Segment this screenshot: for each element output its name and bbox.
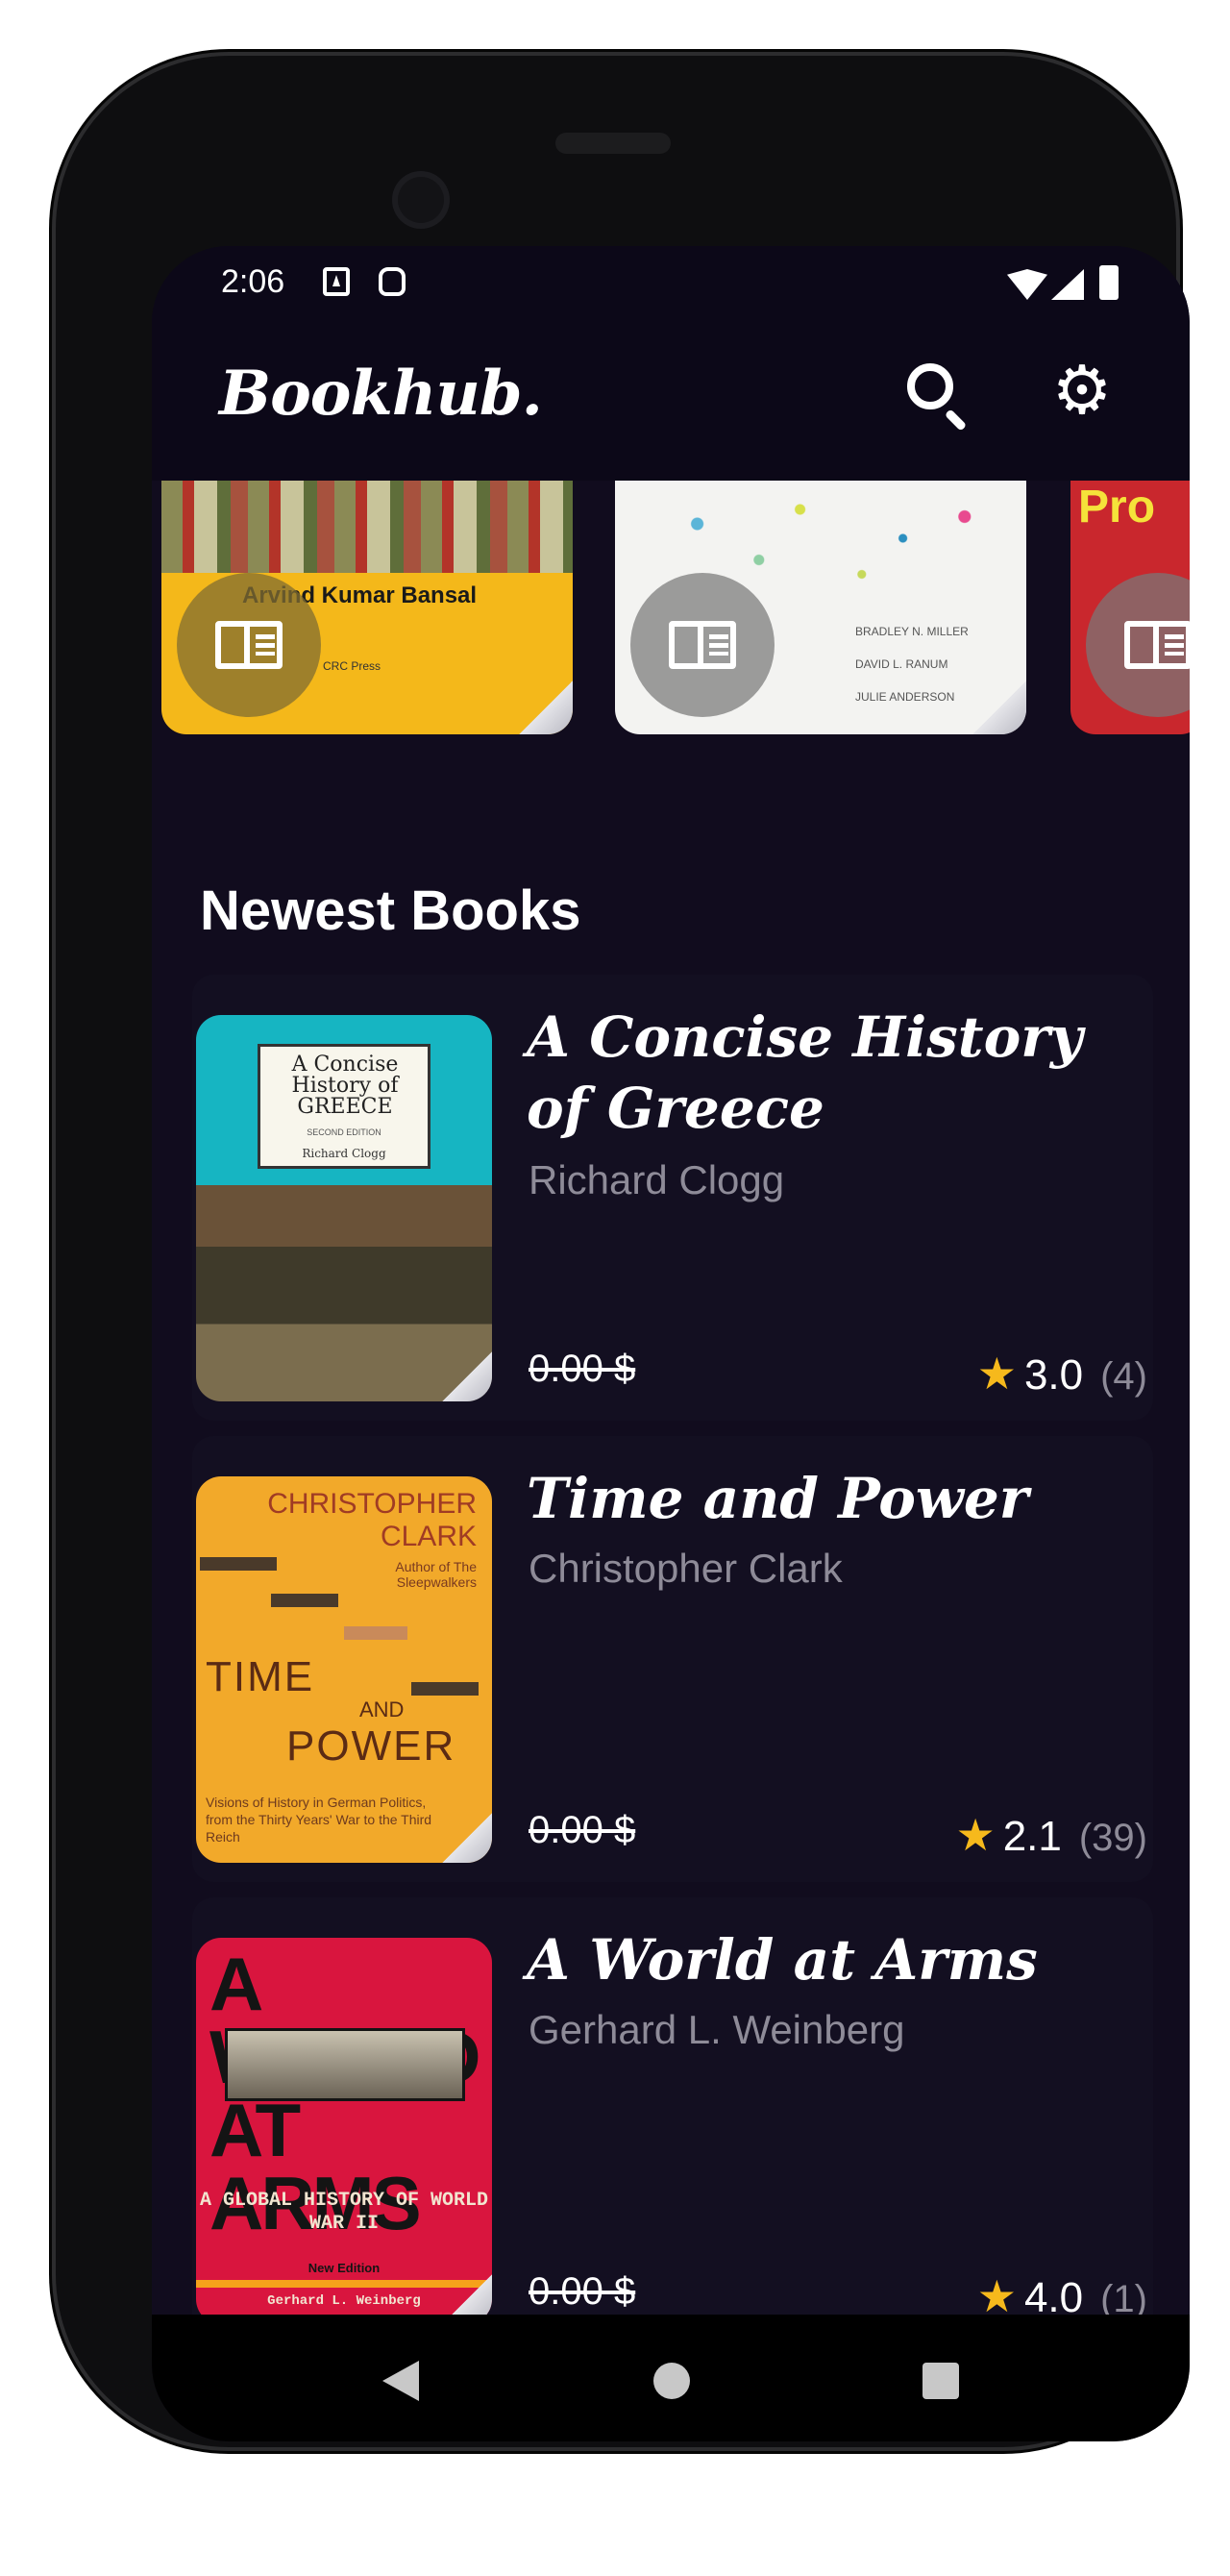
book-author: Richard Clogg <box>529 1157 785 1202</box>
cover-author: CHRISTOPHER CLARK <box>267 1488 477 1552</box>
cover-art <box>161 481 573 573</box>
book-rating: ★ 2.1 (39) <box>955 1809 1147 1861</box>
cover-title: TIME <box>206 1653 315 1700</box>
page-curl <box>972 681 1026 734</box>
book-author: Gerhard L. Weinberg <box>529 2007 905 2052</box>
cover-subtitle: A GLOBAL HISTORY OF WORLD WAR II <box>199 2190 489 2235</box>
book-title: A World at Arms <box>527 1927 1038 1993</box>
phone-frame: 2:06 Bookhub. ⚙ Arvind Kumar Bansal CRC … <box>56 56 1190 2447</box>
gear-icon: ⚙ <box>1051 353 1113 428</box>
notification-sim-icon <box>379 267 406 296</box>
app-screen: 2:06 Bookhub. ⚙ Arvind Kumar Bansal CRC … <box>152 246 1190 2441</box>
status-bar: 2:06 <box>152 246 1190 319</box>
cover-subtitle: Visions of History in German Politics, f… <box>206 1795 432 1845</box>
book-title: A Concise History of Greece <box>527 1004 1083 1141</box>
system-nav-bar <box>152 2315 1190 2441</box>
book-cover[interactable]: A WORLD AT ARMS A GLOBAL HISTORY OF WORL… <box>196 1938 492 2324</box>
signal-icon <box>1051 269 1084 300</box>
notification-a-icon <box>323 267 350 296</box>
cover-edition: New Edition <box>308 2261 381 2275</box>
book-price: 0.00 $ <box>529 1809 636 1851</box>
section-title: Newest Books <box>200 879 581 942</box>
wifi-icon <box>1007 269 1047 300</box>
book-list-item[interactable]: A Concise History of GREECE SECOND EDITI… <box>192 975 1153 1421</box>
cover-plate: A Concise History of GREECE SECOND EDITI… <box>258 1044 430 1169</box>
featured-book-card[interactable]: BRADLEY N. MILLER DAVID L. RANUM JULIE A… <box>615 481 1026 734</box>
status-time: 2:06 <box>221 263 285 300</box>
read-book-button[interactable] <box>177 573 321 717</box>
star-icon: ★ <box>976 1349 1017 1399</box>
cover-note: Author of The Sleepwalkers <box>395 1559 477 1590</box>
read-book-button[interactable] <box>1086 573 1190 717</box>
cover-publisher: CRC Press <box>323 659 381 673</box>
book-list-item[interactable]: A WORLD AT ARMS A GLOBAL HISTORY OF WORL… <box>192 1897 1153 2343</box>
read-book-button[interactable] <box>630 573 775 717</box>
featured-carousel[interactable]: Arvind Kumar Bansal CRC Press BRADLEY N.… <box>152 481 1190 740</box>
book-rating: ★ 3.0 (4) <box>977 1348 1147 1399</box>
book-title: Time and Power <box>527 1466 1029 1531</box>
cover-photo <box>225 2028 465 2101</box>
featured-book-card[interactable]: Pro <box>1070 481 1190 734</box>
battery-icon <box>1099 265 1119 300</box>
cover-title: Pro <box>1078 482 1156 533</box>
nav-recents-icon[interactable] <box>922 2363 959 2399</box>
book-price: 0.00 $ <box>529 1348 636 1390</box>
page-curl <box>442 1813 492 1863</box>
book-cover[interactable]: A Concise History of GREECE SECOND EDITI… <box>196 1015 492 1401</box>
nav-back-icon[interactable] <box>382 2361 419 2401</box>
app-logo: Bookhub. <box>219 358 543 430</box>
rating-value: 2.1 <box>1002 1813 1062 1860</box>
search-icon <box>907 363 953 409</box>
front-camera <box>392 171 450 229</box>
book-price: 0.00 $ <box>529 2270 636 2313</box>
rating-count: (39) <box>1078 1817 1147 1859</box>
settings-button[interactable]: ⚙ <box>1044 352 1120 429</box>
search-button[interactable] <box>898 354 974 432</box>
book-author: Christopher Clark <box>529 1546 843 1591</box>
book-open-icon <box>215 621 283 669</box>
rating-value: 3.0 <box>1023 1351 1084 1399</box>
app-bar: Bookhub. ⚙ <box>152 319 1190 481</box>
book-open-icon <box>1124 621 1190 669</box>
book-list-item[interactable]: CHRISTOPHER CLARK Author of The Sleepwal… <box>192 1436 1153 1882</box>
book-open-icon <box>669 621 736 669</box>
page-curl <box>442 1351 492 1401</box>
featured-book-card[interactable]: Arvind Kumar Bansal CRC Press <box>161 481 573 734</box>
rating-count: (4) <box>1100 1355 1147 1398</box>
earpiece-speaker <box>555 133 671 154</box>
nav-home-icon[interactable] <box>653 2363 690 2399</box>
page-curl <box>519 681 573 734</box>
book-cover[interactable]: CHRISTOPHER CLARK Author of The Sleepwal… <box>196 1476 492 1863</box>
star-icon: ★ <box>955 1810 996 1860</box>
